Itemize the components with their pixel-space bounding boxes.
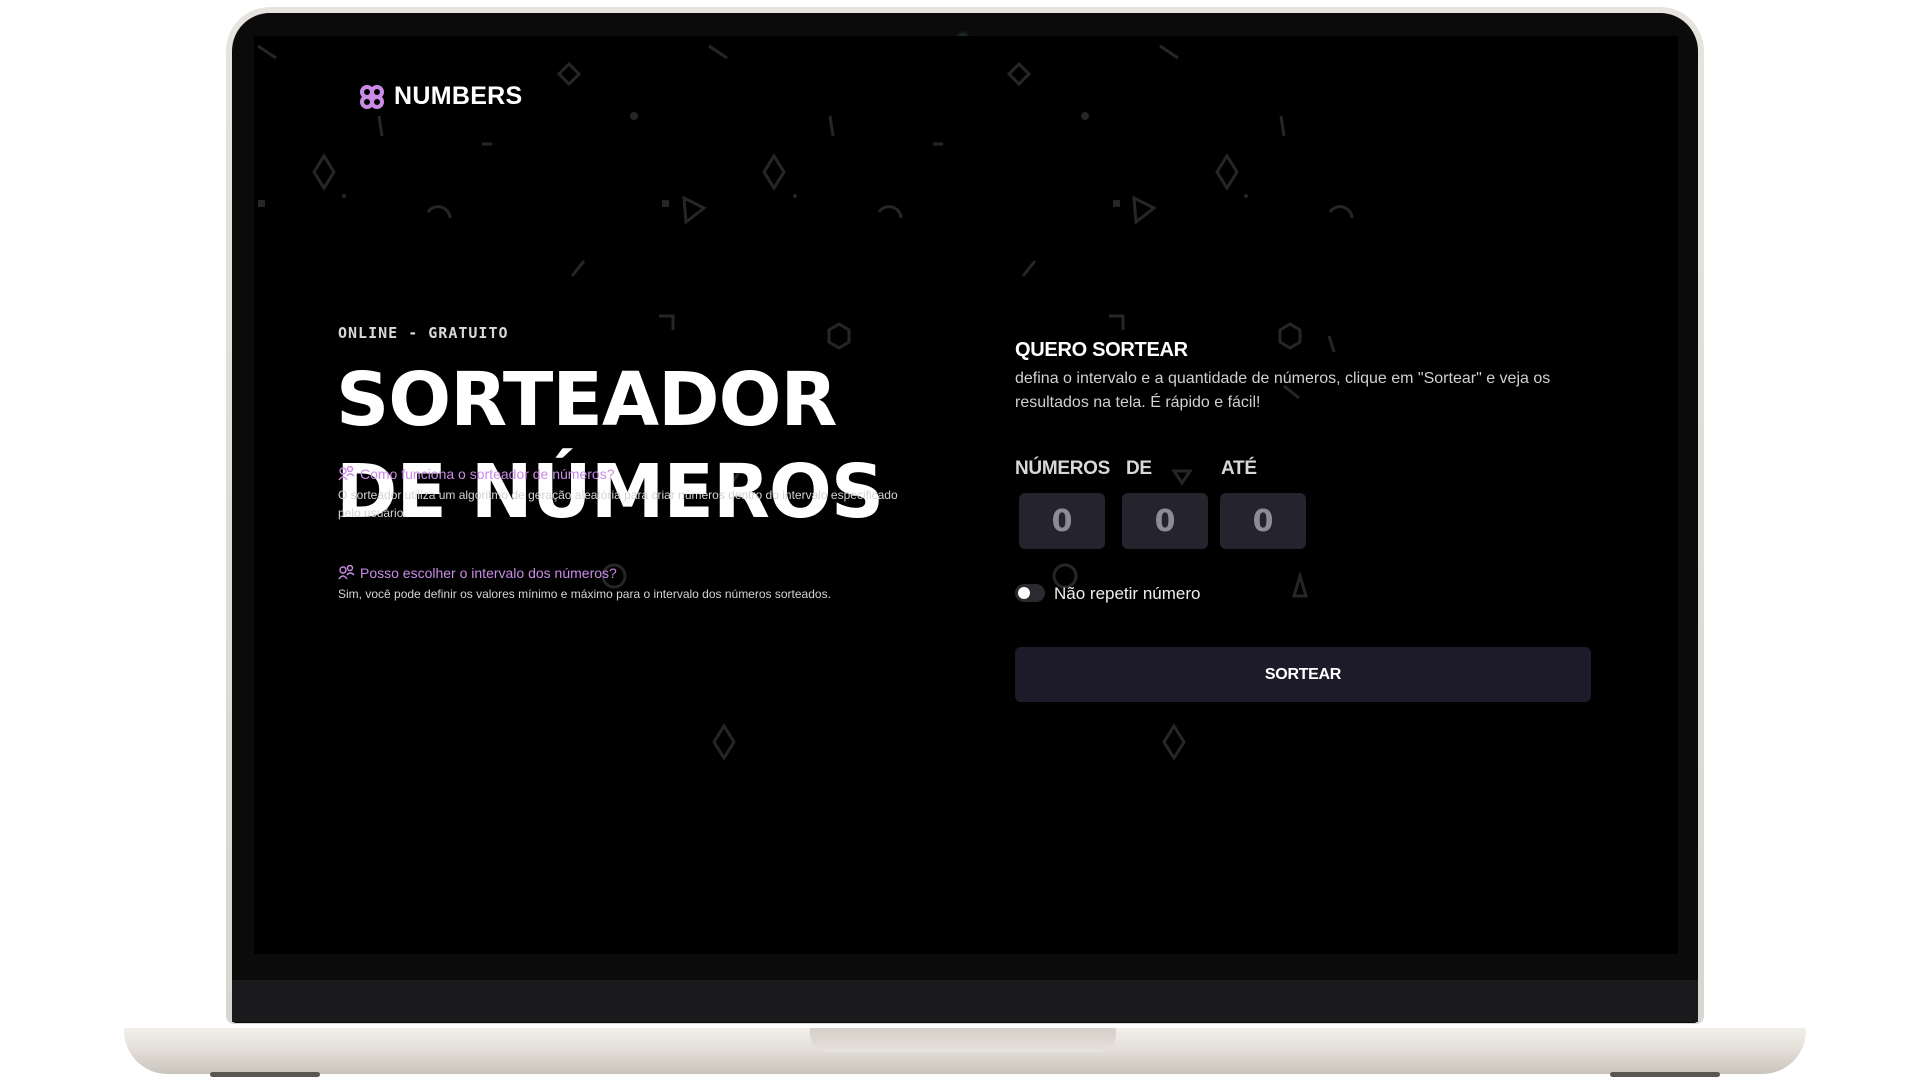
faq-answer: O sorteador utiliza um algoritmo de gera…	[338, 488, 898, 520]
faq-item: Como funciona o sorteador de números? O …	[338, 466, 918, 522]
app-screen: NUMBERS ONLINE - GRATUITO SORTEADOR DE N…	[254, 36, 1678, 954]
faq-answer: Sim, você pode definir os valores mínimo…	[338, 587, 831, 601]
laptop-foot-left	[210, 1072, 320, 1077]
laptop-base-groove	[810, 1028, 1116, 1052]
laptop-chin	[232, 980, 1698, 1022]
min-input[interactable]	[1122, 493, 1208, 549]
draw-panel-description: defina o intervalo e a quantidade de núm…	[1015, 370, 1551, 411]
laptop-foot-right	[1610, 1072, 1720, 1077]
faq-question[interactable]: Posso escolher o intervalo dos números?	[338, 565, 918, 581]
logo-icon	[360, 84, 384, 109]
draw-button[interactable]: SORTEAR	[1015, 647, 1591, 702]
faq-question[interactable]: Como funciona o sorteador de números?	[338, 466, 918, 482]
no-repeat-toggle[interactable]	[1015, 584, 1045, 602]
faq-question-text: Posso escolher o intervalo dos números?	[360, 565, 617, 581]
quantity-label: NÚMEROS	[1015, 458, 1111, 479]
toggle-knob	[1018, 587, 1030, 599]
brand-logo[interactable]: NUMBERS	[358, 82, 523, 111]
people-icon	[338, 466, 355, 481]
page-title-line-1: SORTEADOR	[336, 357, 837, 443]
brand-name: NUMBERS	[394, 82, 523, 110]
quantity-input[interactable]	[1019, 493, 1105, 549]
hero-eyebrow: ONLINE - GRATUITO	[338, 324, 509, 342]
max-input[interactable]	[1220, 493, 1306, 549]
people-icon	[338, 565, 355, 580]
faq-item: Posso escolher o intervalo dos números? …	[338, 565, 918, 603]
min-label: DE	[1126, 458, 1152, 479]
no-repeat-label[interactable]: Não repetir número	[1054, 584, 1200, 604]
faq-question-text: Como funciona o sorteador de números?	[360, 466, 615, 482]
max-label: ATÉ	[1221, 458, 1257, 479]
draw-panel-title: QUERO SORTEAR	[1015, 339, 1188, 361]
